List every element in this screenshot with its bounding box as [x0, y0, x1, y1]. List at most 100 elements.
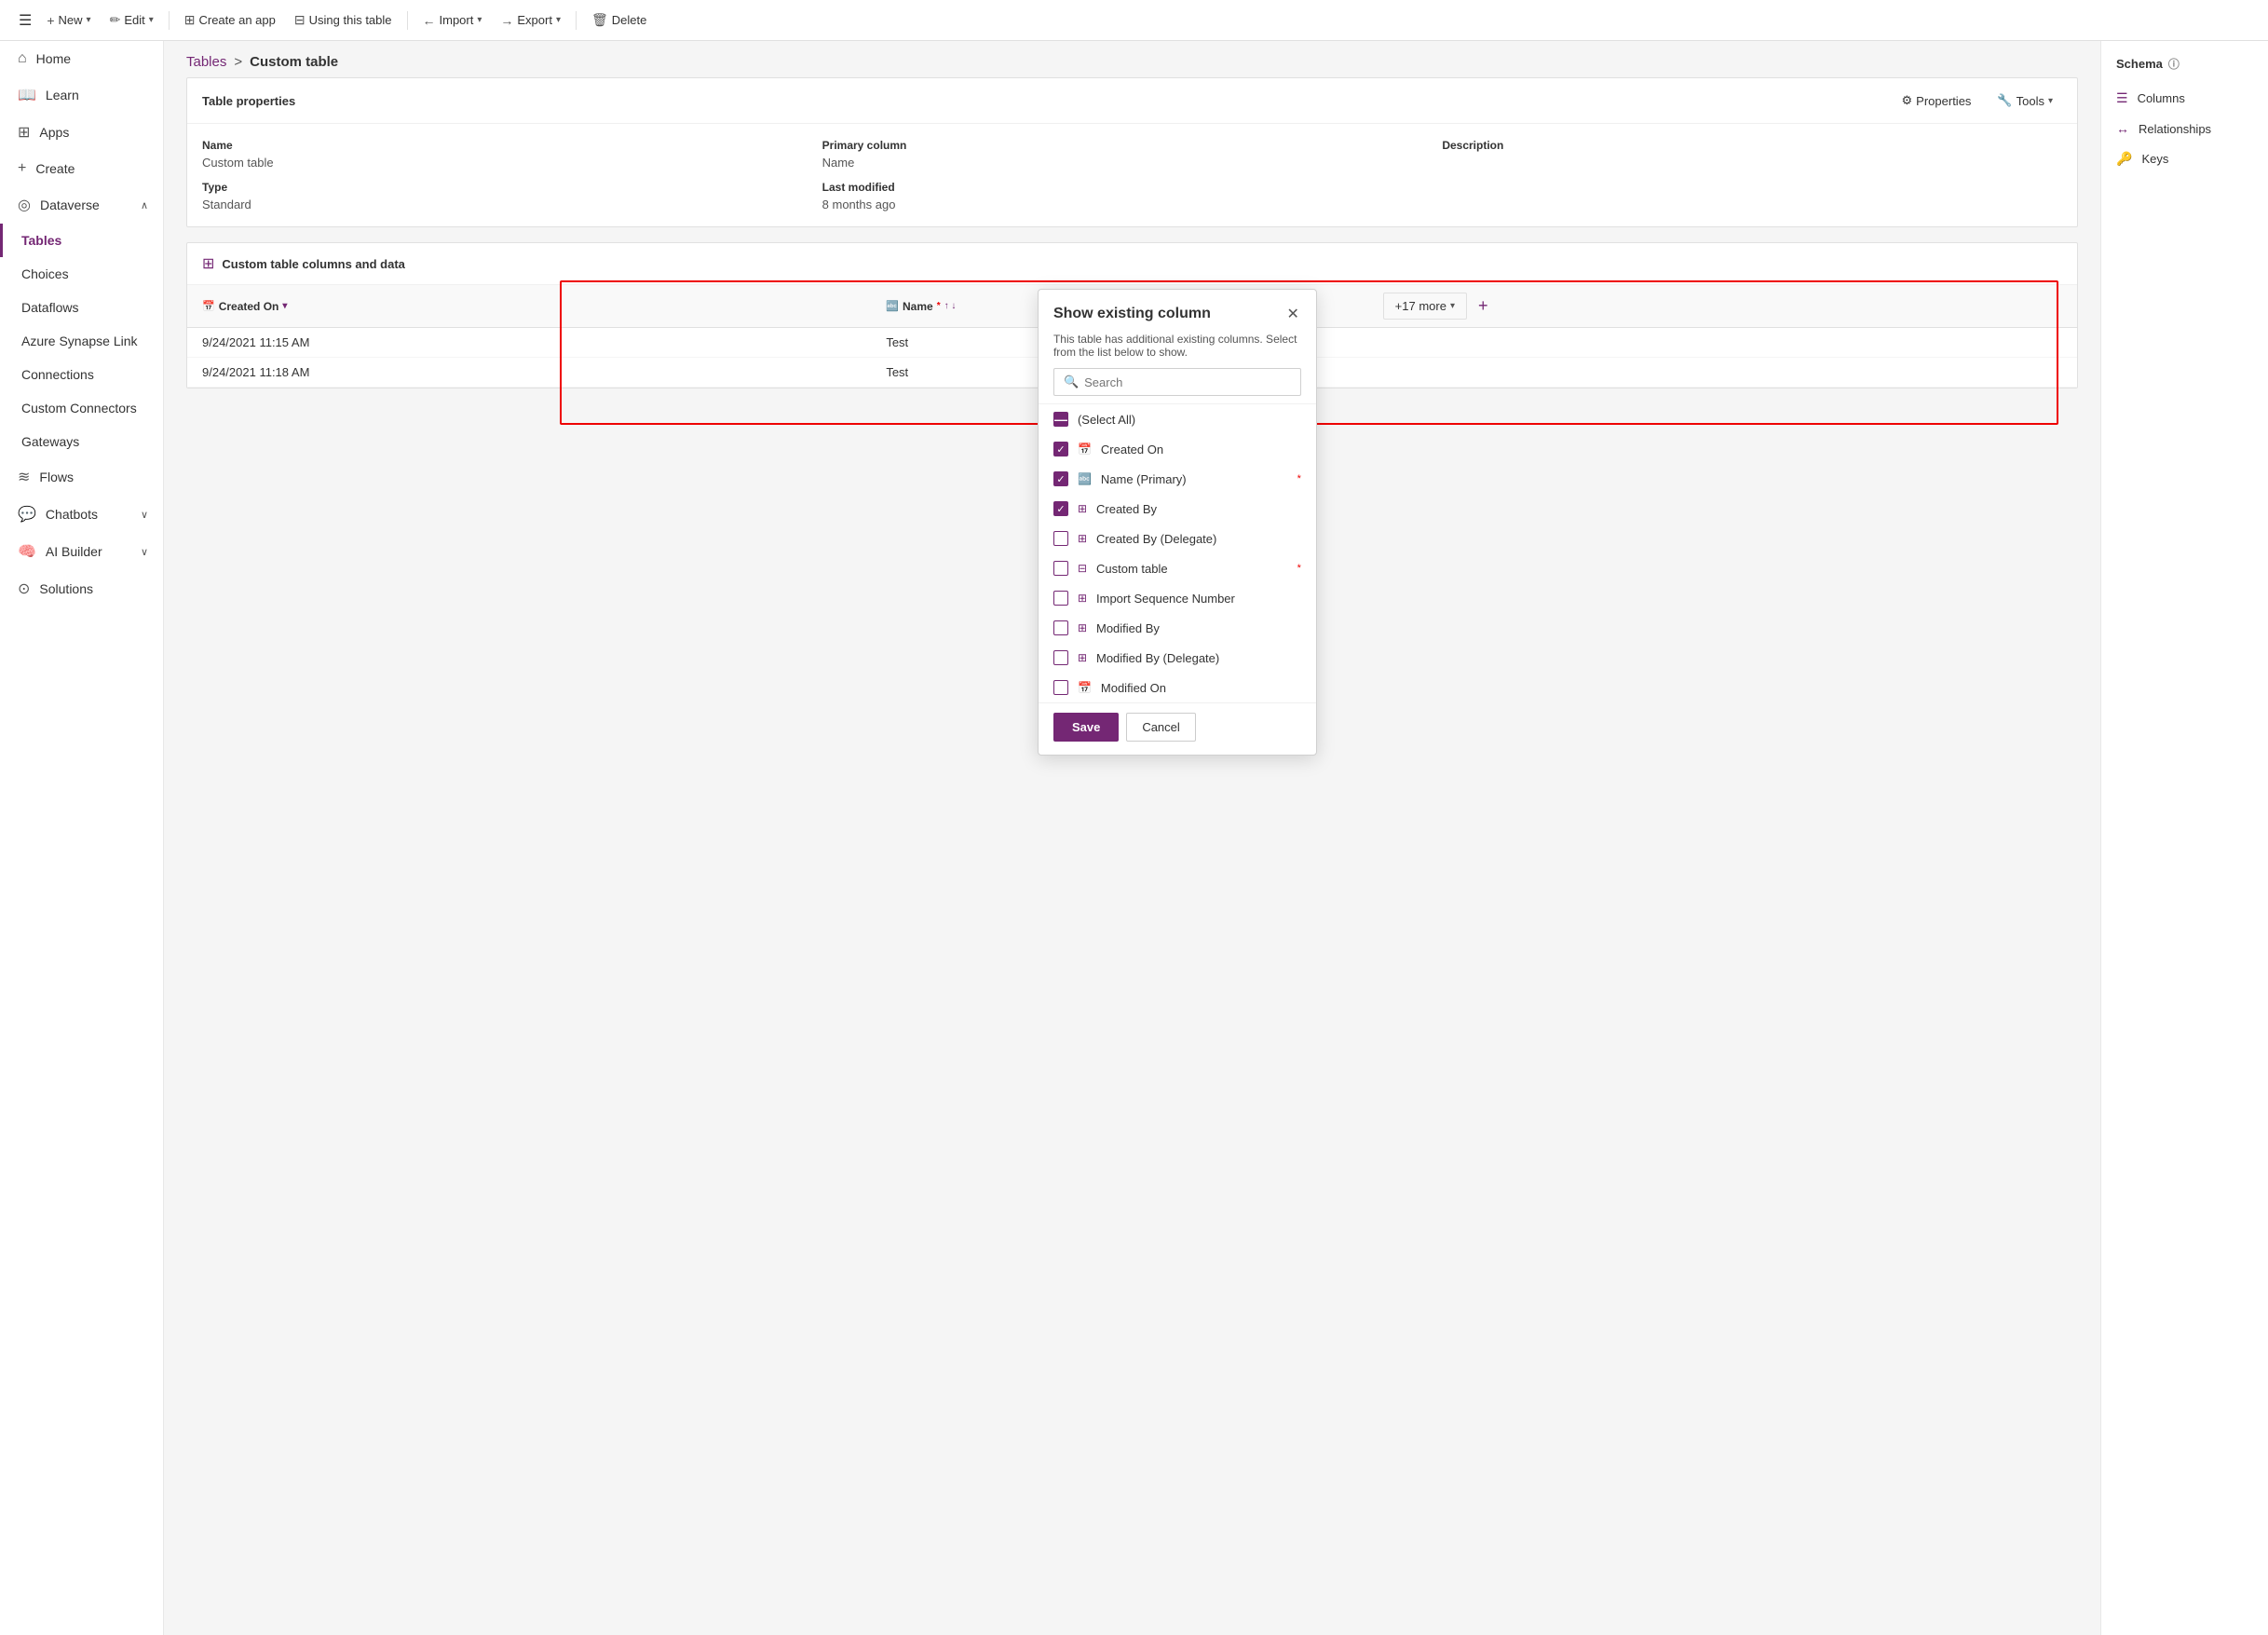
schema-info-icon[interactable]: ⓘ — [2168, 56, 2180, 72]
edit-button[interactable]: ✏ Edit ▾ — [102, 8, 161, 32]
new-caret: ▾ — [87, 15, 91, 25]
list-item-select-all[interactable]: — (Select All) — [1039, 404, 1316, 434]
main-layout: ⌂ Home 📖 Learn ⊞ Apps + Create ◎ Dataver… — [0, 41, 2268, 1635]
export-caret: ▾ — [556, 15, 561, 25]
name-sort: ↑ ↓ — [944, 301, 957, 311]
list-item-created-on[interactable]: ✓ 📅 Created On — [1039, 434, 1316, 464]
popup-close-button[interactable]: ✕ — [1285, 303, 1301, 325]
sidebar-item-connections[interactable]: Connections — [0, 358, 163, 391]
sidebar-item-home[interactable]: ⌂ Home — [0, 41, 163, 76]
list-item-created-by[interactable]: ✓ ⊞ Created By — [1039, 494, 1316, 524]
name-required-star: * — [937, 301, 941, 311]
import-icon: ← — [423, 13, 436, 28]
custom-table-required: * — [1297, 563, 1301, 574]
col-more: +17 more ▾ + — [1368, 285, 2077, 328]
properties-button[interactable]: ⚙ Properties — [1893, 89, 1981, 112]
sidebar-item-azure-synapse[interactable]: Azure Synapse Link — [0, 324, 163, 358]
sidebar-item-choices[interactable]: Choices — [0, 257, 163, 291]
popup-cancel-button[interactable]: Cancel — [1126, 713, 1195, 742]
sidebar-item-dataflows[interactable]: Dataflows — [0, 291, 163, 324]
import-button[interactable]: ← Import ▾ — [415, 9, 490, 32]
add-column-button[interactable]: + — [1471, 293, 1496, 320]
modified-by-item-icon: ⊞ — [1078, 621, 1087, 634]
breadcrumb-parent[interactable]: Tables — [186, 54, 226, 70]
show-existing-column-popup: Show existing column ✕ This table has ad… — [1038, 289, 1317, 756]
delete-button[interactable]: 🗑 Delete — [584, 8, 654, 32]
cell-extra-1 — [1368, 328, 2077, 358]
sidebar-item-learn[interactable]: 📖 Learn — [0, 76, 163, 114]
sidebar-item-apps[interactable]: ⊞ Apps — [0, 114, 163, 151]
modified-by-delegate-item-icon: ⊞ — [1078, 651, 1087, 664]
sep3 — [576, 11, 577, 30]
checkbox-created-by-delegate — [1053, 531, 1068, 546]
created-on-sort: ▾ — [282, 301, 287, 311]
sidebar-item-dataverse[interactable]: ◎ Dataverse ∧ — [0, 186, 163, 224]
sidebar-item-create[interactable]: + Create — [0, 151, 163, 186]
relationships-icon: ↔ — [2116, 121, 2129, 136]
tools-button[interactable]: 🔧 Tools ▾ — [1988, 89, 2062, 112]
edit-caret: ▾ — [149, 15, 154, 25]
list-item-custom-table[interactable]: ⊟ Custom table * — [1039, 553, 1316, 583]
sidebar-item-solutions[interactable]: ⊙ Solutions — [0, 570, 163, 607]
created-by-item-icon: ⊞ — [1078, 502, 1087, 515]
list-item-modified-on[interactable]: 📅 Modified On — [1039, 673, 1316, 702]
popup-save-button[interactable]: Save — [1053, 713, 1119, 742]
custom-table-item-icon: ⊟ — [1078, 562, 1087, 575]
sidebar-item-custom-connectors[interactable]: Custom Connectors — [0, 391, 163, 425]
prop-last-modified: Last modified 8 months ago — [822, 181, 1443, 211]
create-app-icon: ⊞ — [184, 12, 196, 28]
popup-footer: Save Cancel — [1039, 702, 1316, 755]
properties-grid: Name Custom table Primary column Name De… — [187, 124, 2077, 226]
schema-item-relationships[interactable]: ↔ Relationships — [2101, 114, 2268, 143]
using-this-table-button[interactable]: ⊟ Using this table — [287, 8, 400, 32]
data-table-icon: ⊞ — [202, 254, 214, 273]
cell-created-on-2: 9/24/2021 11:18 AM — [187, 358, 871, 388]
sidebar-item-flows[interactable]: ≋ Flows — [0, 458, 163, 496]
modified-on-item-icon: 📅 — [1078, 681, 1092, 694]
search-input[interactable] — [1084, 375, 1291, 389]
checkbox-created-on: ✓ — [1053, 442, 1068, 456]
schema-panel: Schema ⓘ ☰ Columns ↔ Relationships 🔑 Key… — [2100, 41, 2268, 1635]
created-on-item-icon: 📅 — [1078, 443, 1092, 456]
breadcrumb-separator: > — [234, 54, 242, 70]
checkbox-created-by: ✓ — [1053, 501, 1068, 516]
content-area: Tables > Custom table Table properties ⚙… — [164, 41, 2100, 1635]
new-icon: + — [47, 13, 54, 28]
list-item-name-primary[interactable]: ✓ 🔤 Name (Primary) * — [1039, 464, 1316, 494]
ai-builder-icon: 🧠 — [18, 542, 36, 561]
created-by-delegate-item-icon: ⊞ — [1078, 532, 1087, 545]
name-primary-item-icon: 🔤 — [1078, 472, 1092, 485]
sidebar-item-gateways[interactable]: Gateways — [0, 425, 163, 458]
list-item-created-by-delegate[interactable]: ⊞ Created By (Delegate) — [1039, 524, 1316, 553]
schema-item-columns[interactable]: ☰ Columns — [2101, 83, 2268, 114]
breadcrumb-current: Custom table — [250, 54, 338, 70]
sidebar-item-tables[interactable]: Tables — [0, 224, 163, 257]
cell-created-on-1: 9/24/2021 11:15 AM — [187, 328, 871, 358]
columns-icon: ☰ — [2116, 90, 2128, 106]
more-columns-button[interactable]: +17 more ▾ — [1383, 293, 1467, 320]
export-button[interactable]: → Export ▾ — [493, 9, 568, 32]
list-item-import-sequence[interactable]: ⊞ Import Sequence Number — [1039, 583, 1316, 613]
popup-title: Show existing column — [1053, 306, 1211, 322]
sidebar-item-chatbots[interactable]: 💬 Chatbots ∨ — [0, 496, 163, 533]
more-cols-caret: ▾ — [1450, 301, 1455, 311]
delete-icon: 🗑 — [591, 12, 608, 28]
properties-icon: ⚙ — [1902, 93, 1913, 108]
popup-description: This table has additional existing colum… — [1039, 333, 1316, 368]
new-button[interactable]: + New ▾ — [39, 9, 98, 32]
dataverse-icon: ◎ — [18, 196, 31, 214]
create-app-button[interactable]: ⊞ Create an app — [177, 8, 283, 32]
dataverse-chevron: ∧ — [141, 199, 148, 211]
breadcrumb: Tables > Custom table — [164, 41, 2100, 77]
flows-icon: ≋ — [18, 468, 30, 486]
create-icon: + — [18, 160, 26, 177]
list-item-modified-by-delegate[interactable]: ⊞ Modified By (Delegate) — [1039, 643, 1316, 673]
edit-icon: ✏ — [110, 12, 121, 28]
list-item-modified-by[interactable]: ⊞ Modified By — [1039, 613, 1316, 643]
solutions-icon: ⊙ — [18, 579, 30, 598]
schema-item-keys[interactable]: 🔑 Keys — [2101, 143, 2268, 174]
hamburger-menu[interactable]: ☰ — [15, 7, 35, 34]
sidebar-item-ai-builder[interactable]: 🧠 AI Builder ∨ — [0, 533, 163, 570]
sep2 — [407, 11, 408, 30]
col-created-on[interactable]: 📅 Created On ▾ — [187, 285, 871, 328]
